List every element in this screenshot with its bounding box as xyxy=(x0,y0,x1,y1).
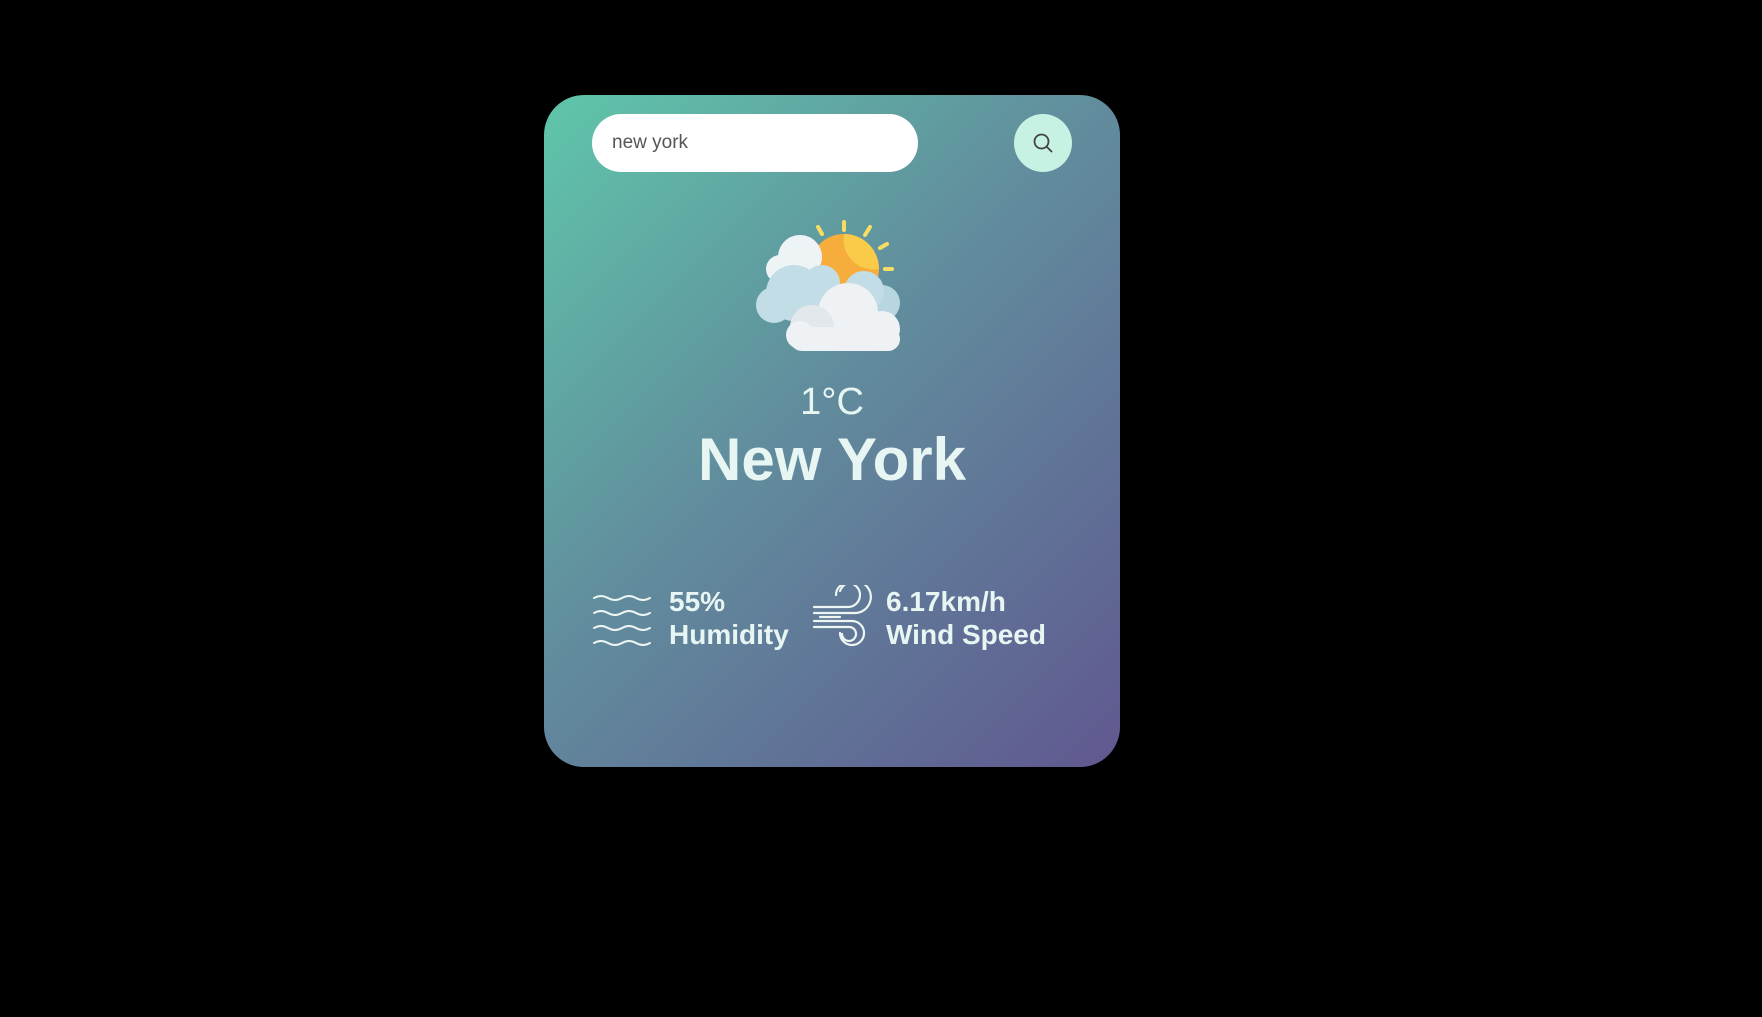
partly-cloudy-icon xyxy=(752,217,912,357)
wind-label: Wind Speed xyxy=(886,619,1046,650)
wind-icon xyxy=(810,579,872,652)
search-button[interactable] xyxy=(1014,114,1072,172)
weather-details: 55% Humidity 6.17km/h Wind Speed xyxy=(592,579,1092,655)
wind-value: 6.17km/h xyxy=(886,586,1006,617)
temperature: 1°C xyxy=(800,381,864,423)
humidity-label: Humidity xyxy=(669,619,789,650)
weather-card: 1°C New York 55% Humidity xyxy=(544,95,1120,767)
humidity-waves-icon xyxy=(592,595,652,652)
search-input[interactable] xyxy=(592,114,918,172)
humidity-value: 55% xyxy=(669,586,726,617)
search-icon xyxy=(1032,132,1054,154)
city-name: New York xyxy=(698,426,966,493)
